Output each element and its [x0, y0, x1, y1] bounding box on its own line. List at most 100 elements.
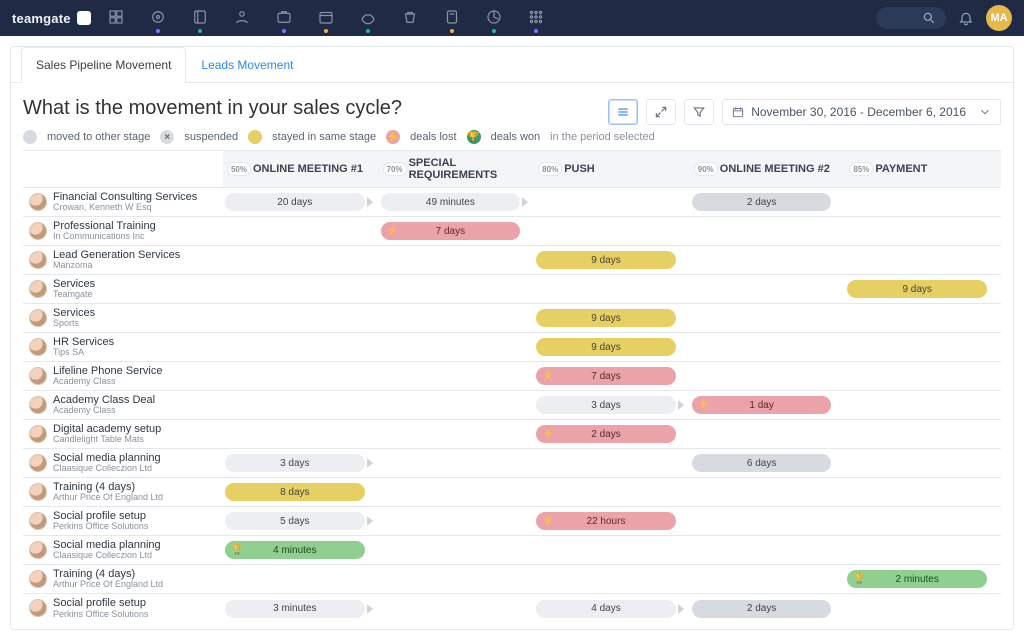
slot — [223, 420, 379, 448]
duration-pill[interactable]: 8 days — [225, 483, 365, 501]
deal-name: Academy Class Deal — [53, 395, 155, 407]
stage-header-3[interactable]: 90%ONLINE MEETING #2 — [690, 151, 846, 188]
deal-cell[interactable]: Social profile setupPerkins Office Solut… — [23, 509, 223, 534]
slot — [223, 391, 379, 419]
slot — [534, 478, 690, 506]
nav-item-1[interactable] — [149, 8, 167, 33]
slot — [534, 565, 690, 593]
deal-cell[interactable]: Social media planningClaasique Colleczio… — [23, 451, 223, 476]
deal-cell[interactable]: Digital academy setupCandlelight Table M… — [23, 422, 223, 447]
duration-pill[interactable]: 9 days — [536, 338, 676, 356]
stage-name: PUSH — [564, 163, 595, 175]
page-title: What is the movement in your sales cycle… — [23, 97, 600, 120]
stage-header-1[interactable]: 70%SPECIAL REQUIREMENTS — [379, 151, 535, 188]
deal-org: Claasique Colleczion Ltd — [53, 464, 161, 473]
duration-pill[interactable]: 🏆4 minutes — [225, 541, 365, 559]
slot — [690, 420, 846, 448]
notifications-button[interactable] — [958, 10, 974, 26]
filter-button[interactable] — [684, 99, 714, 125]
slot — [379, 333, 535, 361]
duration-pill[interactable]: 5 days — [225, 512, 365, 530]
slot: 6 days — [690, 449, 846, 477]
nav-item-7[interactable] — [401, 8, 419, 26]
caret-right-icon — [678, 400, 684, 410]
duration-pill[interactable]: ⚡22 hours — [536, 512, 676, 530]
deal-name: Services — [53, 308, 95, 320]
avatar[interactable]: MA — [986, 5, 1012, 31]
deal-cell[interactable]: Professional TrainingIn Communications I… — [23, 219, 223, 244]
duration-pill[interactable]: 2 days — [692, 600, 832, 618]
deal-org: Arthur Price Of England Ltd — [53, 493, 163, 502]
date-range-label: November 30, 2016 - December 6, 2016 — [751, 105, 966, 119]
duration-pill[interactable]: 49 minutes — [381, 193, 521, 211]
duration-pill[interactable]: 3 days — [225, 454, 365, 472]
duration-pill[interactable]: 2 days — [692, 193, 832, 211]
slot — [223, 275, 379, 303]
list-icon — [616, 105, 630, 119]
slot: ⚡1 day — [690, 391, 846, 419]
deal-org: Academy Class — [53, 377, 162, 386]
search-input[interactable] — [876, 7, 946, 29]
stage-header-2[interactable]: 80%PUSH — [534, 151, 690, 188]
deal-cell[interactable]: ServicesTeamgate — [23, 277, 223, 302]
slot — [845, 420, 1001, 448]
tab-0[interactable]: Sales Pipeline Movement — [21, 47, 186, 83]
nav-item-2[interactable] — [191, 8, 209, 33]
expand-button[interactable] — [646, 99, 676, 125]
slot — [223, 304, 379, 332]
deal-cell[interactable]: Social profile setupPerkins Office Solut… — [23, 596, 223, 621]
caret-right-icon — [367, 604, 373, 614]
nav-item-4[interactable] — [275, 8, 293, 33]
nav-icon — [275, 8, 293, 26]
slot: 2 days — [690, 188, 846, 216]
deal-cell[interactable]: Training (4 days)Arthur Price Of England… — [23, 480, 223, 505]
deal-cell[interactable]: Lead Generation ServicesManzoma — [23, 248, 223, 273]
duration-pill[interactable]: 9 days — [536, 309, 676, 327]
deal-cell[interactable]: Social media planningClaasique Colleczio… — [23, 538, 223, 563]
legend-stayed: stayed in same stage — [272, 131, 376, 143]
nav-item-5[interactable] — [317, 8, 335, 33]
stage-spacer — [23, 151, 223, 188]
tab-1[interactable]: Leads Movement — [186, 47, 308, 82]
nav-item-6[interactable] — [359, 8, 377, 33]
deal-cell[interactable]: ServicesSports — [23, 306, 223, 331]
nav-item-9[interactable] — [485, 8, 503, 33]
slot — [379, 304, 535, 332]
brand[interactable]: teamgate — [12, 11, 91, 26]
stage-header-4[interactable]: 85%PAYMENT — [845, 151, 1001, 188]
deal-cell[interactable]: HR ServicesTips SA — [23, 335, 223, 360]
nav-item-10[interactable] — [527, 8, 545, 33]
duration-pill[interactable]: 🏆2 minutes — [847, 570, 987, 588]
deal-cell[interactable]: Lifeline Phone ServiceAcademy Class — [23, 364, 223, 389]
duration-pill[interactable]: 20 days — [225, 193, 365, 211]
nav-item-3[interactable] — [233, 8, 251, 26]
duration-pill[interactable]: ⚡2 days — [536, 425, 676, 443]
slot — [223, 246, 379, 274]
view-list-button[interactable] — [608, 99, 638, 125]
duration-pill[interactable]: 3 minutes — [225, 600, 365, 618]
deal-name: Social profile setup — [53, 598, 148, 610]
avatar — [29, 396, 47, 414]
nav-item-0[interactable] — [107, 8, 125, 26]
slot — [379, 391, 535, 419]
nav-item-8[interactable] — [443, 8, 461, 33]
duration-pill[interactable]: 6 days — [692, 454, 832, 472]
deal-cell[interactable]: Training (4 days)Arthur Price Of England… — [23, 567, 223, 592]
slot: 🏆2 minutes — [845, 565, 1001, 593]
deal-cell[interactable]: Financial Consulting ServicesCrowan, Ken… — [23, 190, 223, 215]
stage-pct: 90% — [694, 162, 718, 176]
avatar — [29, 367, 47, 385]
avatar — [29, 425, 47, 443]
duration-pill[interactable]: 4 days — [536, 600, 676, 618]
duration-pill[interactable]: 3 days — [536, 396, 676, 414]
duration-pill[interactable]: ⚡7 days — [536, 367, 676, 385]
slot: 9 days — [534, 246, 690, 274]
deal-cell[interactable]: Academy Class DealAcademy Class — [23, 393, 223, 418]
legend-lost: deals lost — [410, 131, 456, 143]
stage-header-0[interactable]: 50%ONLINE MEETING #1 — [223, 151, 379, 188]
duration-pill[interactable]: ⚡7 days — [381, 222, 521, 240]
date-range-picker[interactable]: November 30, 2016 - December 6, 2016 — [722, 99, 1001, 125]
duration-pill[interactable]: ⚡1 day — [692, 396, 832, 414]
duration-pill[interactable]: 9 days — [536, 251, 676, 269]
duration-pill[interactable]: 9 days — [847, 280, 987, 298]
